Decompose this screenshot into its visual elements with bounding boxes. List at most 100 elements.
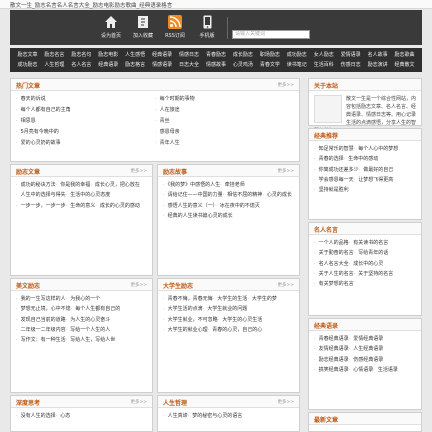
list-item[interactable]: 学会感恩每一天 xyxy=(314,177,354,183)
list-item[interactable]: 成长的心灵的感动 xyxy=(95,203,140,209)
list-item[interactable]: 关于坚持的名言 xyxy=(354,271,394,277)
list-item[interactable]: 励志经典语录 xyxy=(314,357,349,363)
life-more-link[interactable]: 更多>> xyxy=(277,399,294,405)
list-item[interactable]: 坚持就是胜利 xyxy=(314,187,349,193)
nav-item[interactable]: 成长励志 xyxy=(229,51,256,60)
list-item[interactable]: 心情语录 xyxy=(349,367,374,373)
list-item[interactable]: 关于勤奋的名言 xyxy=(314,250,354,256)
mobile-link[interactable]: 手机版 xyxy=(192,14,222,39)
nav-item[interactable]: 名人名言 xyxy=(68,61,95,70)
list-item[interactable]: 大学生就业的问题 xyxy=(203,306,248,312)
nav-item[interactable]: 职场励志 xyxy=(256,51,283,60)
list-item[interactable]: 名人名言大全 xyxy=(314,261,349,267)
list-item[interactable]: 青春不悔，青春无悔 xyxy=(163,296,213,302)
list-item[interactable]: 大学生的心灵生活 xyxy=(218,317,263,323)
nav-item[interactable]: 爱情语录 xyxy=(337,51,364,60)
list-item[interactable]: 请给记住——中国的力量 xyxy=(163,192,223,198)
nav-item[interactable]: 经典语录 xyxy=(95,61,122,70)
nav-item[interactable]: 成功励志 xyxy=(283,51,310,60)
list-item[interactable]: 生命的意义 xyxy=(66,203,96,209)
nav-item[interactable]: 情感故事 xyxy=(203,61,230,70)
list-item[interactable]: 人生真谛 xyxy=(163,413,188,419)
list-item[interactable]: 心灵的成长 xyxy=(262,192,292,198)
list-item[interactable]: 梦的秘密与心灵的语言 xyxy=(188,413,243,419)
set-homepage-link[interactable]: 设为首页 xyxy=(96,14,126,39)
list-item[interactable]: 我的一生写这样的人 xyxy=(16,296,66,302)
list-item[interactable]: 生活语录 xyxy=(373,367,398,373)
college-more-link[interactable]: 更多>> xyxy=(277,282,294,288)
nav-item[interactable]: 情感日志 xyxy=(176,51,203,60)
nav-item[interactable]: 励志名言 xyxy=(41,51,68,60)
list-item[interactable]: 爱的心灵奶的故事 xyxy=(16,138,155,149)
list-item[interactable]: 每个人心中的梦想 xyxy=(354,146,399,152)
list-item[interactable]: 写作文：有一种生活 xyxy=(16,337,66,343)
list-item[interactable]: 成长心灵，把心放在 xyxy=(90,182,140,188)
list-item[interactable]: 经典的人生读书篇心灵的成长 xyxy=(163,213,233,219)
nav-item[interactable]: 青春励志 xyxy=(203,51,230,60)
list-item[interactable]: 为我心的一个 xyxy=(66,296,101,302)
list-item[interactable]: 成长中的心灵 xyxy=(349,261,384,267)
hot-articles-more-link[interactable]: 更多>> xyxy=(277,82,294,88)
list-item[interactable]: 梦想无止境，心中不熄 xyxy=(16,306,71,312)
list-item[interactable]: 大学生的生活 xyxy=(213,296,248,302)
list-item[interactable]: 人生经典语录 xyxy=(349,346,384,352)
list-item[interactable]: 爱情经典语录 xyxy=(349,336,384,342)
nav-item[interactable]: 励志演讲 xyxy=(364,61,391,70)
list-item[interactable]: 一个人的品格 xyxy=(314,240,349,246)
list-item[interactable]: 大学生就业，不可忽略 xyxy=(163,317,218,323)
deep-more-link[interactable]: 更多>> xyxy=(130,399,147,405)
list-item[interactable]: 每个人生都有自己的 xyxy=(71,306,121,312)
nav-item[interactable]: 励志文章 xyxy=(14,51,41,60)
list-item[interactable]: 青丝 xyxy=(155,116,294,127)
nav-item[interactable]: 人生感悟 xyxy=(122,51,149,60)
list-item[interactable]: 感恩母亲 xyxy=(155,127,294,138)
list-item[interactable]: 青春经典语录 xyxy=(314,336,349,342)
list-item[interactable]: 感悟人生的意义（一） xyxy=(163,203,215,209)
list-item[interactable]: 相信不屈的精神 xyxy=(223,192,263,198)
list-item[interactable]: 有关梦想的名言 xyxy=(314,281,354,287)
nav-item[interactable]: 生活百科 xyxy=(310,61,337,70)
list-item[interactable]: 你离成功还差多少 xyxy=(314,167,359,173)
nav-item[interactable]: 成功励志 xyxy=(14,61,41,70)
lz-stories-more-link[interactable]: 更多>> xyxy=(277,168,294,174)
list-item[interactable]: 有关读书的名言 xyxy=(349,240,389,246)
lz-articles-more-link[interactable]: 更多>> xyxy=(130,168,147,174)
nav-item[interactable]: 伤感日志 xyxy=(337,61,364,70)
list-item[interactable]: 友情经典语录 xyxy=(314,346,349,352)
prose-more-link[interactable]: 更多>> xyxy=(130,282,147,288)
nav-item[interactable]: 励志名句 xyxy=(68,51,95,60)
list-item[interactable]: 青春的心灵，自己的心 xyxy=(208,327,263,333)
nav-item[interactable]: 名人故事 xyxy=(364,51,391,60)
list-item[interactable]: 一步一步，一步一步 xyxy=(16,203,66,209)
nav-item[interactable]: 情感语录 xyxy=(149,61,176,70)
list-item[interactable]: 写给人生，写给人世 xyxy=(66,337,116,343)
list-item[interactable]: 你是我的幸福 xyxy=(56,182,91,188)
list-item[interactable]: 《我的梦》中感悟的人生 xyxy=(163,182,220,188)
list-item[interactable]: 生命中的感动 xyxy=(344,156,379,162)
nav-item[interactable]: 励志歌曲 xyxy=(391,51,418,60)
nav-item[interactable]: 经典散文 xyxy=(391,61,418,70)
list-item[interactable]: 为人生的心灵奋斗 xyxy=(66,317,111,323)
list-item[interactable]: 大学生的就业心理 xyxy=(163,327,208,333)
list-item[interactable]: 冰在夜中的不熄灭 xyxy=(215,203,260,209)
nav-item[interactable]: 励志格言 xyxy=(122,61,149,70)
list-item[interactable]: 伤感经典语录 xyxy=(349,357,384,363)
list-item[interactable]: 做最好的自己 xyxy=(359,167,394,173)
list-item[interactable]: 搞笑经典语录 xyxy=(314,367,349,373)
list-item[interactable]: 没有人生的选择 xyxy=(16,413,56,419)
list-item[interactable]: 心态 xyxy=(56,413,71,419)
list-item[interactable]: 大学生活的点滴 xyxy=(163,306,203,312)
list-item[interactable]: 写给青年的话 xyxy=(354,250,389,256)
nav-item[interactable]: 读书笔记 xyxy=(283,61,310,70)
list-item[interactable]: 大学生的梦 xyxy=(247,296,277,302)
list-item[interactable]: 每个时期的事物 xyxy=(155,94,294,105)
add-bookmark-link[interactable]: 加入收藏 xyxy=(128,14,158,39)
list-item[interactable]: 牵挂老师 xyxy=(220,182,245,188)
list-item[interactable]: 每个人都有自己的主角 xyxy=(16,105,155,116)
nav-item[interactable]: 人生哲理 xyxy=(41,61,68,70)
list-item[interactable]: 5月亮有今晚中的 xyxy=(16,127,155,138)
list-item[interactable]: 相思恩 xyxy=(16,116,155,127)
list-item[interactable]: 知足常乐的智慧 xyxy=(314,146,354,152)
list-item[interactable]: 关于人生的名言 xyxy=(314,271,354,277)
list-item[interactable]: 人生中的选择与得失 xyxy=(16,192,66,198)
